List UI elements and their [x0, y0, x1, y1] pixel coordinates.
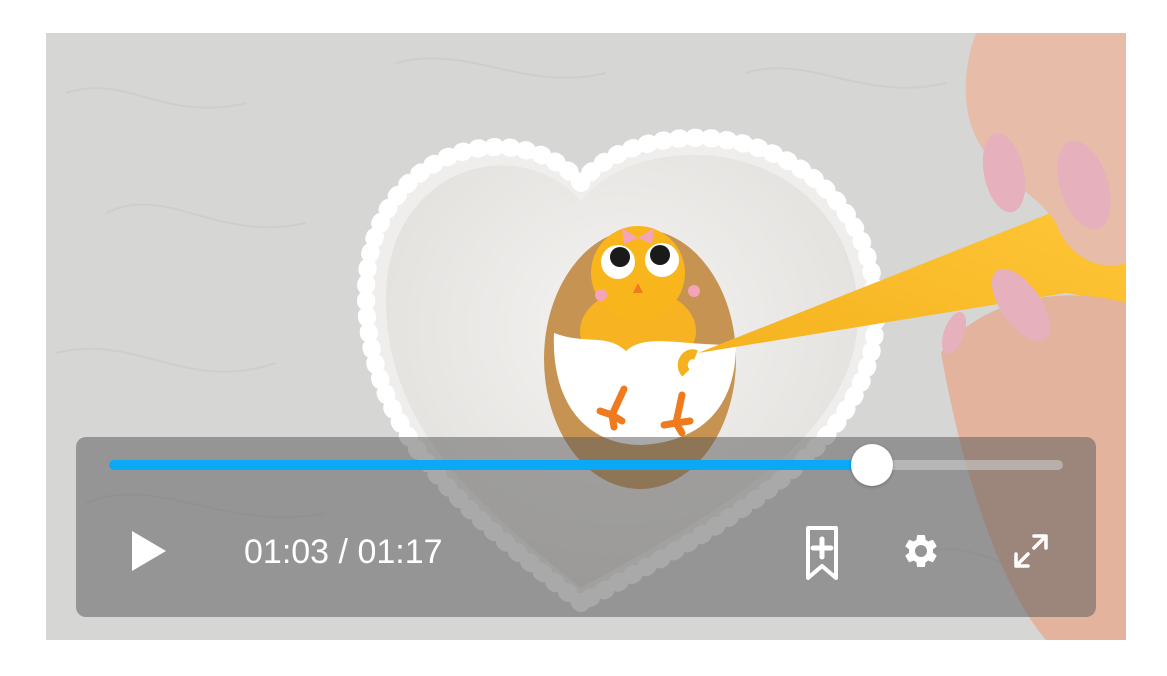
current-time: 01:03: [244, 533, 330, 571]
player-controls: 01:03 / 01:17: [76, 437, 1096, 617]
gear-icon: [905, 534, 937, 567]
video-player[interactable]: 01:03 / 01:17: [46, 33, 1126, 640]
duration: 01:17: [357, 533, 443, 571]
fullscreen-expand-icon: [1014, 534, 1048, 568]
bookmark-button[interactable]: [805, 525, 839, 581]
progress-bar[interactable]: [109, 444, 1063, 486]
time-separator: /: [329, 533, 358, 571]
fullscreen-button[interactable]: [1012, 532, 1050, 570]
progress-fill: [109, 460, 873, 470]
progress-thumb[interactable]: [851, 444, 894, 486]
settings-button[interactable]: [901, 531, 941, 571]
bookmark-add-icon: [806, 526, 838, 580]
play-icon: [132, 531, 166, 571]
time-display: 01:03 / 01:17: [244, 533, 443, 571]
play-button[interactable]: [128, 528, 170, 574]
page: 01:03 / 01:17: [0, 0, 1167, 676]
